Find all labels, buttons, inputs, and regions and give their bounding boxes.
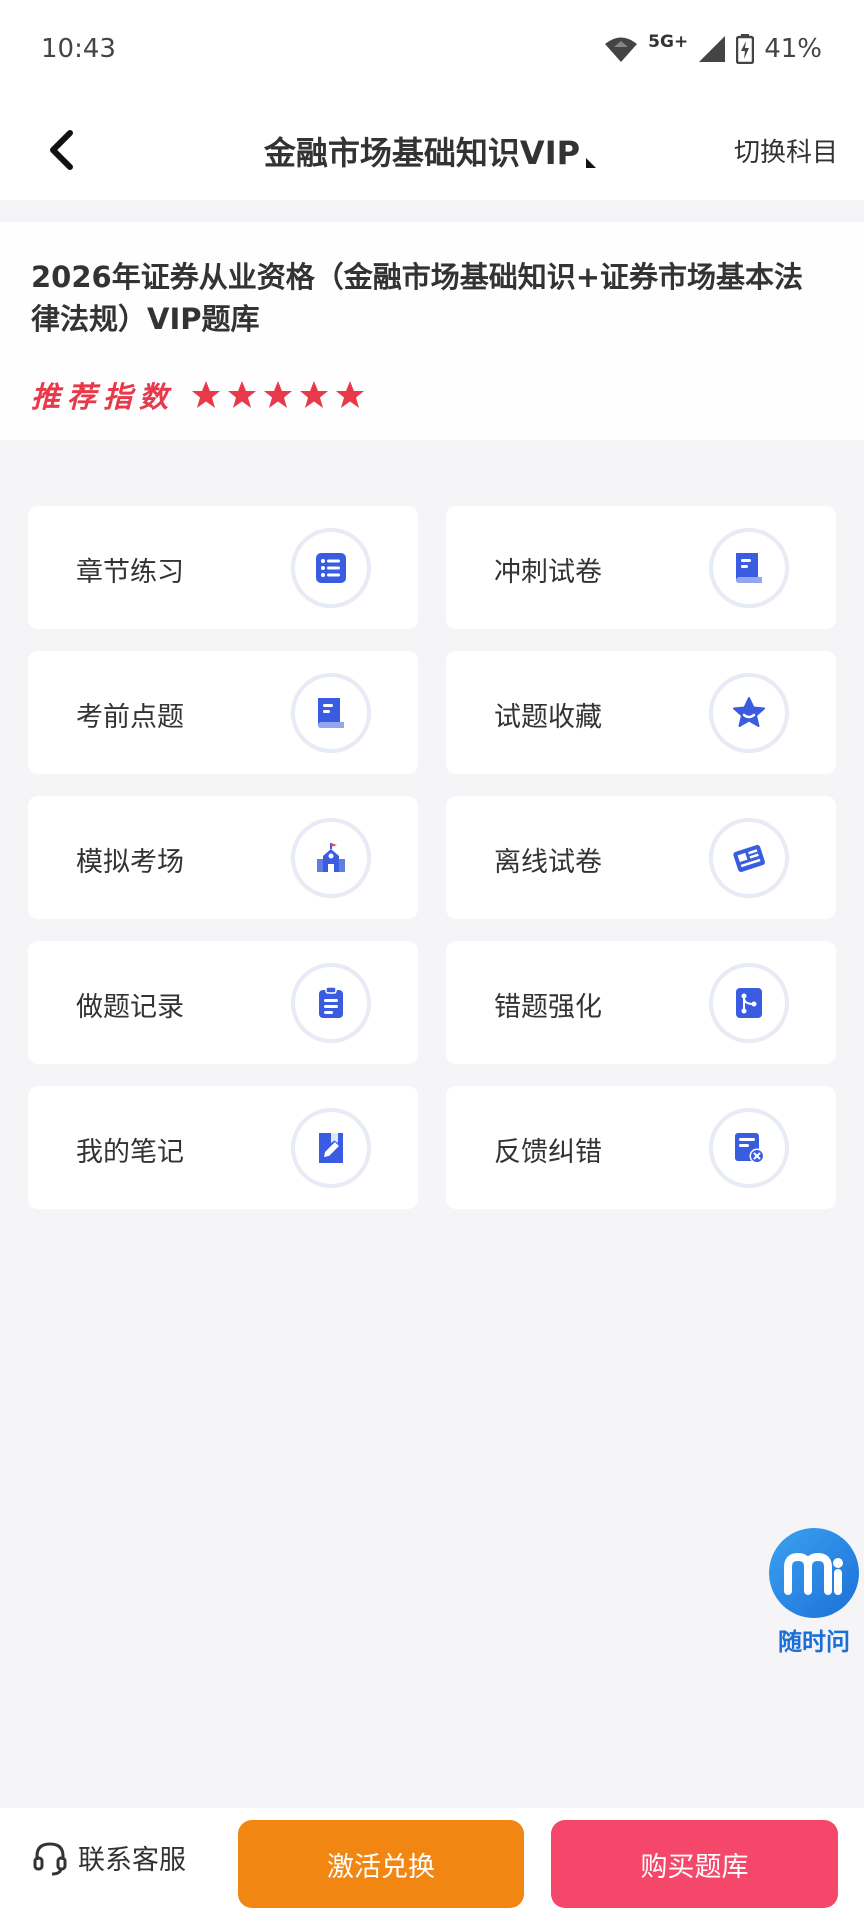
battery-icon <box>736 34 755 64</box>
feature-tile[interactable]: 章节练习 <box>28 506 418 629</box>
feature-grid: 章节练习 冲刺试卷 考前点题 试题收藏 模拟考场 离线试卷 做题记录 错题强化 … <box>28 506 836 1209</box>
note-pen-icon <box>292 1109 370 1187</box>
status-time: 10:43 <box>41 34 116 64</box>
feature-tile-label: 冲刺试卷 <box>494 557 602 588</box>
page-title: 金融市场基础知识VIP <box>263 134 581 172</box>
switch-subject-button[interactable]: 切换科目 <box>734 132 838 169</box>
feature-tile[interactable]: 我的笔记 <box>28 1086 418 1209</box>
star-icon <box>228 381 257 408</box>
activate-redeem-button[interactable]: 激活兑换 <box>238 1820 524 1908</box>
recommend-rating: 推荐指数 <box>31 374 365 416</box>
feature-tile[interactable]: 错题强化 <box>446 941 836 1064</box>
network-type: 5G+ <box>648 32 689 52</box>
feature-tile-label: 章节练习 <box>76 557 184 588</box>
feature-tile[interactable]: 模拟考场 <box>28 796 418 919</box>
signal-icon <box>699 36 726 62</box>
school-icon <box>292 819 370 897</box>
clipboard-icon <box>292 964 370 1042</box>
feature-tile[interactable]: 冲刺试卷 <box>446 506 836 629</box>
status-bar: 10:43 5G+ 41% <box>0 0 864 100</box>
list-icon <box>292 529 370 607</box>
ask-anytime-label: 随时问 <box>778 1628 850 1656</box>
back-button[interactable] <box>26 118 96 182</box>
branch-icon <box>710 964 788 1042</box>
feature-tile[interactable]: 做题记录 <box>28 941 418 1064</box>
star-icon <box>192 381 221 408</box>
feature-tile[interactable]: 反馈纠错 <box>446 1086 836 1209</box>
feature-tile[interactable]: 试题收藏 <box>446 651 836 774</box>
customer-service-label: 联系客服 <box>78 1845 186 1876</box>
star-icon <box>300 381 329 408</box>
nav-bar: 金融市场基础知识VIP 切换科目 <box>0 100 864 200</box>
feature-tile-label: 错题强化 <box>494 992 602 1023</box>
feature-tile-label: 离线试卷 <box>494 847 602 878</box>
question-bank-card: 2026年证券从业资格（金融市场基础知识+证券市场基本法律法规）VIP题库 推荐… <box>0 222 864 440</box>
ask-anytime-button[interactable]: 随时问 <box>766 1528 862 1657</box>
star-icon <box>264 381 293 408</box>
headset-icon <box>33 1841 67 1875</box>
feature-tile[interactable]: 考前点题 <box>28 651 418 774</box>
rating-stars <box>191 380 365 410</box>
question-bank-title: 2026年证券从业资格（金融市场基础知识+证券市场基本法律法规）VIP题库 <box>31 260 804 336</box>
buy-question-bank-button[interactable]: 购买题库 <box>551 1820 838 1908</box>
rating-label: 推荐指数 <box>31 380 176 414</box>
customer-service-button[interactable]: 联系客服 <box>32 1838 186 1877</box>
feature-tile-label: 我的笔记 <box>76 1137 184 1168</box>
wifi-icon <box>605 37 638 62</box>
bottom-action-bar: 联系客服 激活兑换 购买题库 <box>0 1808 864 1920</box>
feature-tile-label: 考前点题 <box>76 702 184 733</box>
feature-tile[interactable]: 离线试卷 <box>446 796 836 919</box>
document-icon <box>710 529 788 607</box>
feedback-icon <box>710 1109 788 1187</box>
battery-level: 41% <box>764 34 822 64</box>
nav-title-wrap: 金融市场基础知识VIP <box>180 128 680 174</box>
feature-tile-label: 做题记录 <box>76 992 184 1023</box>
star-icon <box>336 381 365 408</box>
back-arrow-icon <box>50 130 73 170</box>
title-marquee-mark <box>586 158 597 168</box>
document-icon <box>292 674 370 752</box>
assistant-logo-icon <box>769 1528 859 1618</box>
star-icon <box>710 674 788 752</box>
newspaper-icon <box>710 819 788 897</box>
status-indicators: 5G+ 41% <box>604 32 822 66</box>
feature-tile-label: 模拟考场 <box>76 847 184 878</box>
feature-tile-label: 反馈纠错 <box>494 1137 602 1168</box>
feature-tile-label: 试题收藏 <box>494 702 602 733</box>
